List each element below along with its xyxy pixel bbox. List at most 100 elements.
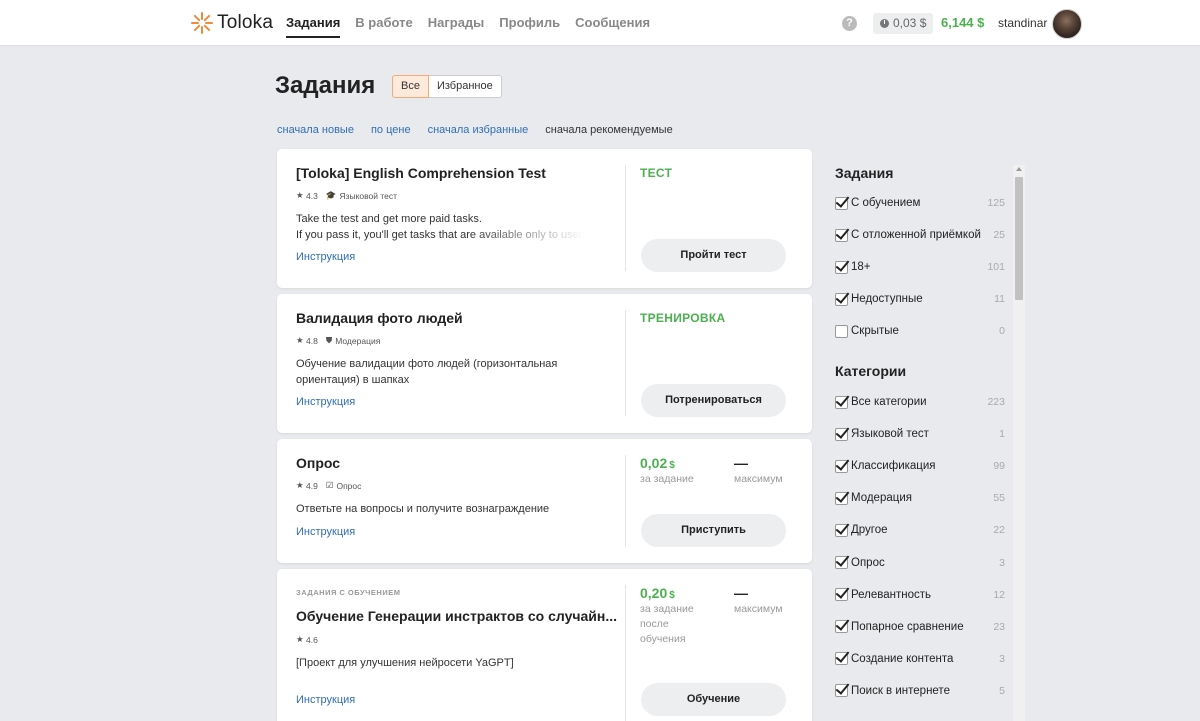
practice-button[interactable]: Потренироваться bbox=[641, 384, 786, 417]
task-title[interactable]: Обучение Генерации инстрактов со случайн… bbox=[296, 608, 617, 624]
sort-recommended[interactable]: сначала рекомендуемые bbox=[545, 124, 672, 136]
filter-checkbox-row[interactable]: Создание контента 3 bbox=[835, 651, 1005, 667]
avatar[interactable] bbox=[1052, 9, 1082, 39]
main-nav: Задания В работе Награды Профиль Сообщен… bbox=[286, 0, 665, 46]
instruction-link[interactable]: Инструкция bbox=[296, 251, 355, 263]
toloka-logo-icon bbox=[191, 12, 213, 34]
task-meta: ★ 4.6 bbox=[296, 634, 318, 645]
task-description: Take the test and get more paid tasks. I… bbox=[296, 211, 596, 243]
filter-count: 1 bbox=[999, 428, 1005, 441]
filter-checkbox-row[interactable]: Другое 22 bbox=[835, 522, 1005, 538]
scroll-up-icon[interactable] bbox=[1016, 167, 1022, 171]
checkbox[interactable] bbox=[835, 588, 848, 602]
pending-amount: 0,03 $ bbox=[893, 16, 927, 30]
nav-profile[interactable]: Профиль bbox=[499, 0, 560, 46]
sort-newest[interactable]: сначала новые bbox=[277, 124, 354, 136]
training-button[interactable]: Обучение bbox=[641, 683, 786, 716]
logo[interactable]: Toloka bbox=[190, 11, 273, 35]
filter-checkbox-row[interactable]: С отложенной приёмкой 25 bbox=[835, 227, 1005, 243]
max-value: — bbox=[734, 585, 748, 601]
filter-toggle: Все Избранное bbox=[392, 75, 502, 98]
filter-count: 99 bbox=[993, 460, 1005, 473]
task-card[interactable]: ЗАДАНИЯ С ОБУЧЕНИЕМ Обучение Генерации и… bbox=[277, 569, 812, 721]
shield-icon: ⛊ bbox=[325, 335, 333, 345]
take-test-button[interactable]: Пройти тест bbox=[641, 239, 786, 272]
task-description: Ответьте на вопросы и получите вознаграж… bbox=[296, 503, 550, 515]
tasks-filter-heading: Задания bbox=[835, 165, 894, 181]
nav-messages[interactable]: Сообщения bbox=[575, 0, 650, 46]
sort-price[interactable]: по цене bbox=[371, 124, 411, 136]
nav-tasks[interactable]: Задания bbox=[286, 0, 341, 46]
instruction-link[interactable]: Инструкция bbox=[296, 396, 355, 408]
checkbox[interactable] bbox=[835, 652, 848, 666]
graduation-cap-icon: 🎓 bbox=[325, 190, 337, 200]
filter-checkbox-row[interactable]: 18+ 101 bbox=[835, 259, 1005, 275]
scrollbar[interactable] bbox=[1013, 165, 1025, 721]
scroll-thumb[interactable] bbox=[1015, 177, 1023, 300]
instruction-link[interactable]: Инструкция bbox=[296, 694, 355, 706]
filter-checkbox-row[interactable]: Все категории 223 bbox=[835, 394, 1005, 410]
task-description-line: Take the test and get more paid tasks. bbox=[296, 213, 482, 225]
filter-all-button[interactable]: Все bbox=[392, 75, 429, 98]
card-divider bbox=[625, 165, 626, 271]
checkbox[interactable] bbox=[835, 292, 848, 306]
checkbox[interactable] bbox=[835, 395, 848, 409]
filter-checkbox-row[interactable]: Скрытые 0 bbox=[835, 323, 1005, 339]
nav-in-progress[interactable]: В работе bbox=[355, 0, 412, 46]
help-icon[interactable]: ? bbox=[842, 16, 857, 31]
checkbox-label: Все категории bbox=[851, 396, 927, 408]
filter-checkbox-row[interactable]: Попарное сравнение 23 bbox=[835, 619, 1005, 635]
filter-checkbox-row[interactable]: Недоступные 11 bbox=[835, 291, 1005, 307]
filter-checkbox-row[interactable]: Поиск в интернете 5 bbox=[835, 683, 1005, 699]
task-card[interactable]: Валидация фото людей ★ 4.8 ⛊ Модерация Об… bbox=[277, 294, 812, 433]
checkbox[interactable] bbox=[835, 427, 848, 441]
filter-checkbox-row[interactable]: Языковой тест 1 bbox=[835, 426, 1005, 442]
checkbox[interactable] bbox=[835, 556, 848, 569]
checkbox-label: Классификация bbox=[851, 460, 936, 473]
filter-checkbox-row[interactable]: Релевантность 12 bbox=[835, 587, 1005, 603]
task-title[interactable]: Валидация фото людей bbox=[296, 310, 463, 326]
filter-checkbox-row[interactable]: Опрос 3 bbox=[835, 555, 1005, 571]
filter-count: 101 bbox=[987, 261, 1005, 274]
checklist-icon: ☑ bbox=[325, 480, 334, 490]
checkbox[interactable] bbox=[835, 196, 848, 210]
card-divider bbox=[625, 310, 626, 416]
filter-checkbox-row[interactable]: Классификация 99 bbox=[835, 458, 1005, 474]
filter-count: 23 bbox=[993, 620, 1005, 633]
username[interactable]: standinar bbox=[998, 0, 1047, 46]
checkbox-label: Попарное сравнение bbox=[851, 620, 964, 633]
checkbox[interactable] bbox=[835, 491, 848, 505]
checkbox[interactable] bbox=[835, 523, 848, 537]
task-card[interactable]: Опрос ★ 4.9 ☑ Опрос Ответьте на вопросы и… bbox=[277, 439, 812, 563]
task-rating: 4.6 bbox=[306, 634, 318, 645]
nav-rewards[interactable]: Награды bbox=[428, 0, 485, 46]
instruction-link[interactable]: Инструкция bbox=[296, 526, 355, 538]
filter-checkbox-row[interactable]: С обучением 125 bbox=[835, 195, 1005, 211]
task-category: Языковой тест bbox=[339, 190, 398, 201]
checkbox-label: Недоступные bbox=[851, 293, 923, 306]
task-rating: 4.8 bbox=[306, 335, 318, 346]
checkbox[interactable] bbox=[835, 260, 848, 274]
balance[interactable]: 6,144 $ bbox=[941, 0, 984, 46]
task-title[interactable]: [Toloka] English Comprehension Test bbox=[296, 165, 546, 181]
checkbox[interactable] bbox=[835, 228, 848, 242]
filter-checkbox-row[interactable]: Модерация 55 bbox=[835, 490, 1005, 506]
task-title[interactable]: Опрос bbox=[296, 455, 340, 471]
filter-count: 12 bbox=[993, 588, 1005, 601]
price-label: за задание после обучения bbox=[640, 603, 694, 645]
task-meta: ★ 4.3 🎓 Языковой тест bbox=[296, 190, 397, 201]
start-button[interactable]: Приступить bbox=[641, 514, 786, 547]
checkbox[interactable] bbox=[835, 684, 848, 698]
pending-balance[interactable]: 0,03 $ bbox=[873, 13, 934, 34]
filter-favorites-button[interactable]: Избранное bbox=[428, 75, 502, 98]
checkbox[interactable] bbox=[835, 620, 848, 634]
brand-name: Toloka bbox=[217, 12, 274, 33]
star-icon: ★ bbox=[296, 634, 304, 644]
price-currency: $ bbox=[669, 590, 675, 601]
checkbox[interactable] bbox=[835, 459, 848, 473]
price-currency: $ bbox=[669, 460, 675, 471]
task-description: [Проект для улучшения нейросети YaGPT] bbox=[296, 657, 514, 669]
checkbox[interactable] bbox=[835, 324, 848, 338]
sort-favorites[interactable]: сначала избранные bbox=[428, 124, 529, 136]
task-card[interactable]: [Toloka] English Comprehension Test ★ 4.… bbox=[277, 149, 812, 288]
